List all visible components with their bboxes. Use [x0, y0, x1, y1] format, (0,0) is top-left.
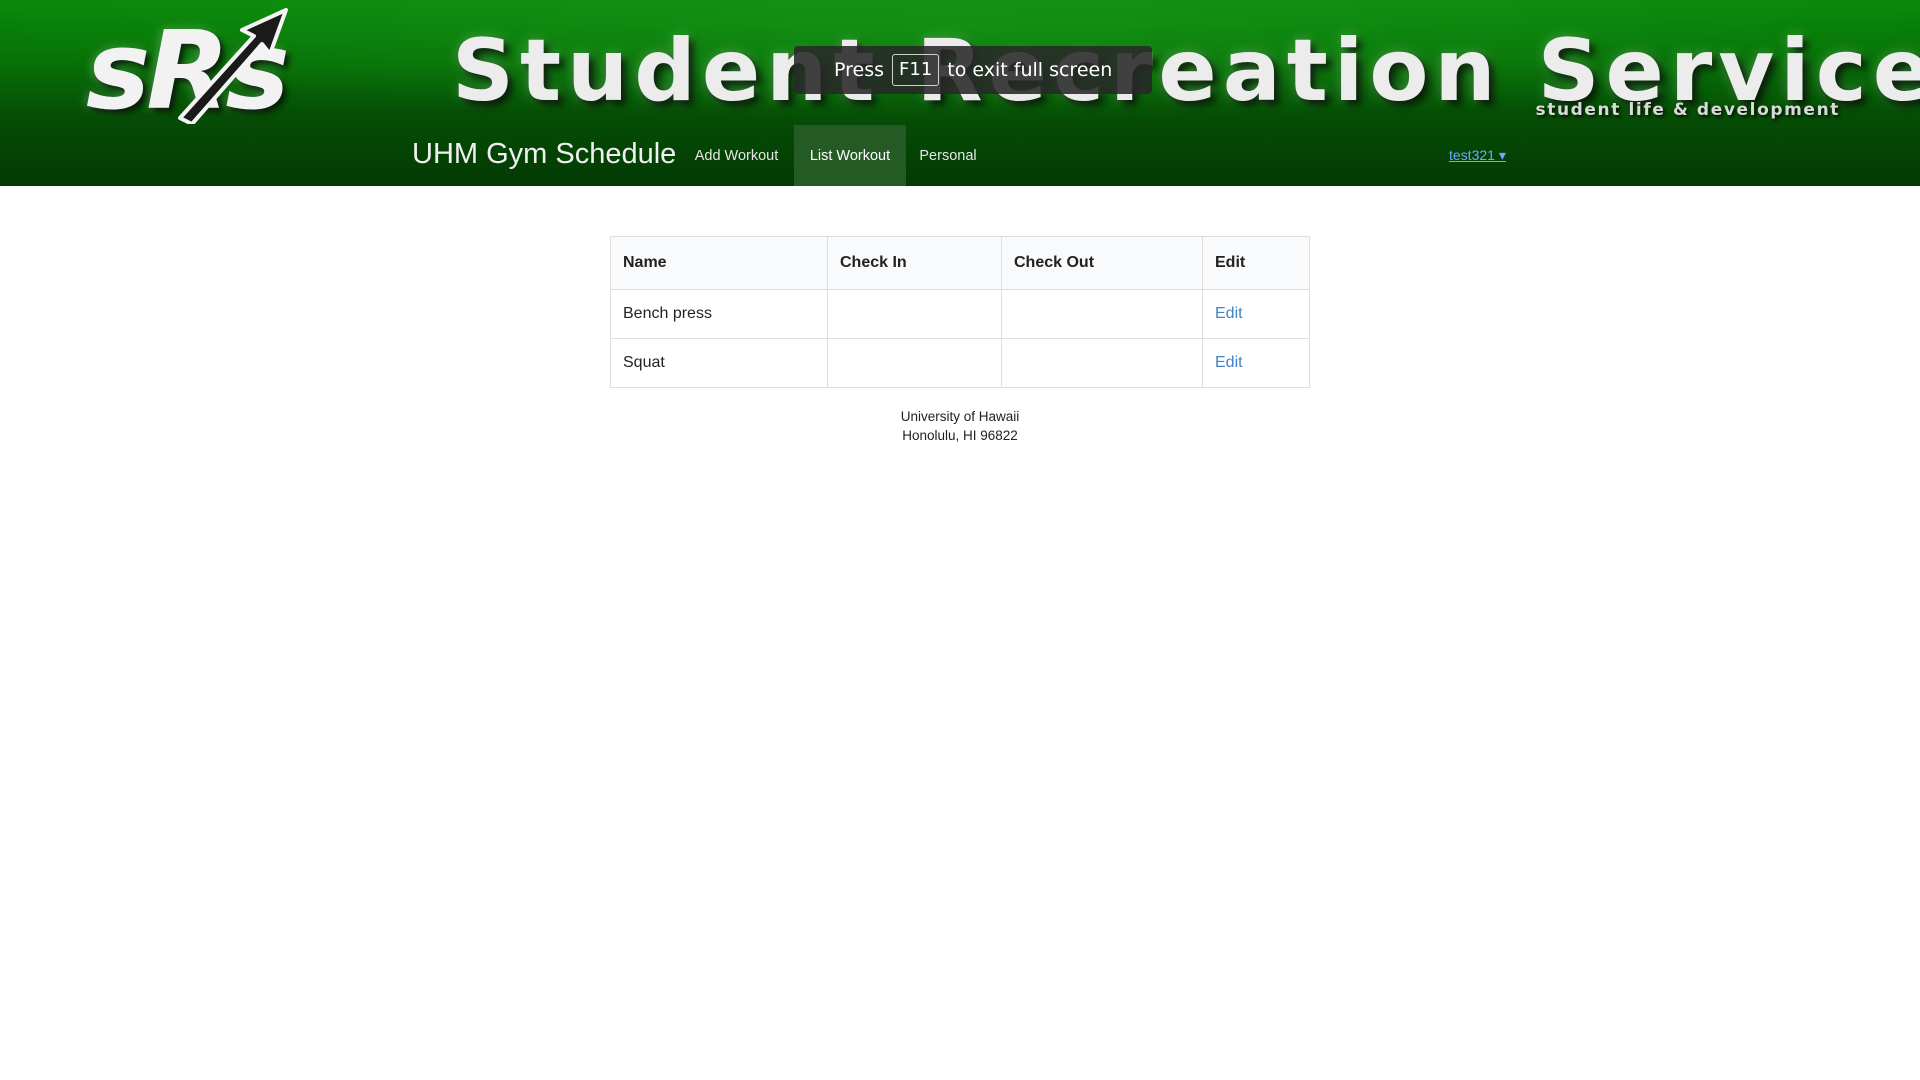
fullscreen-notice: Press F11 to exit full screen — [794, 46, 1153, 94]
navbar: UHM Gym Schedule Add Workout List Workou… — [0, 125, 1920, 186]
table-header-row: Name Check In Check Out Edit — [610, 236, 1310, 290]
cell-edit: Edit — [1202, 338, 1310, 388]
arrow-up-right-icon — [178, 8, 288, 124]
cell-name: Squat — [610, 338, 828, 388]
nav-list-workout[interactable]: List Workout — [794, 125, 906, 186]
table-row: Bench press Edit — [610, 289, 1310, 339]
fullscreen-notice-suffix: to exit full screen — [947, 59, 1113, 81]
column-header-check-in: Check In — [827, 236, 1002, 290]
cell-check-in — [827, 289, 1002, 339]
cell-check-out — [1001, 289, 1203, 339]
edit-link[interactable]: Edit — [1215, 354, 1243, 371]
workout-table-container: Name Check In Check Out Edit Bench press… — [610, 236, 1310, 388]
table-row: Squat Edit — [610, 338, 1310, 388]
cell-edit: Edit — [1202, 289, 1310, 339]
cell-name: Bench press — [610, 289, 828, 339]
footer-line-university: University of Hawaii — [900, 409, 1020, 424]
user-dropdown[interactable]: test321 ▾ — [1449, 147, 1506, 164]
footer-line-city: Honolulu, HI 96822 — [902, 428, 1018, 443]
footer-address: University of Hawaii Honolulu, HI 96822 — [760, 407, 1160, 445]
srs-logo: sRs — [86, 6, 416, 126]
nav-add-workout[interactable]: Add Workout — [680, 125, 793, 186]
workout-table: Name Check In Check Out Edit Bench press… — [610, 236, 1310, 388]
nav-personal[interactable]: Personal — [906, 125, 990, 186]
column-header-name: Name — [610, 236, 828, 290]
banner-tagline: student life & development — [1535, 100, 1840, 120]
column-header-edit: Edit — [1202, 236, 1310, 290]
cell-check-out — [1001, 338, 1203, 388]
cell-check-in — [827, 338, 1002, 388]
column-header-check-out: Check Out — [1001, 236, 1203, 290]
f11-key-badge: F11 — [892, 54, 940, 86]
fullscreen-notice-prefix: Press — [834, 59, 885, 81]
brand-title[interactable]: UHM Gym Schedule — [412, 138, 676, 171]
header-banner: sRs Student Recreation Services student … — [0, 0, 1920, 186]
edit-link[interactable]: Edit — [1215, 305, 1243, 322]
